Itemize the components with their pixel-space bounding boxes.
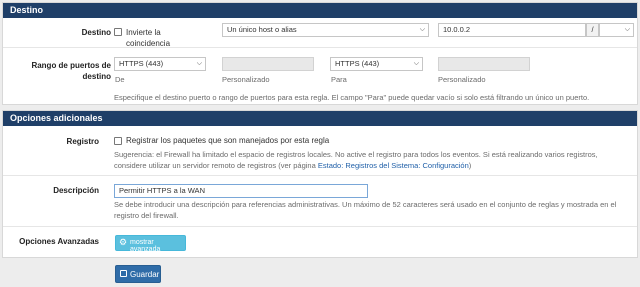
port-from-custom-input[interactable]	[222, 57, 314, 71]
log-help-line2: considere utilizar un servidor remoto de…	[114, 160, 598, 171]
save-button[interactable]: Guardar	[115, 265, 161, 283]
log-checkbox[interactable]	[114, 137, 122, 145]
show-advanced-label: mostrar avanzada	[130, 239, 161, 253]
description-help-line1: Se debe introducir una descripción para …	[114, 200, 617, 209]
destination-type-value: Un único host o alias	[227, 25, 297, 34]
destino-label: Destino	[81, 28, 111, 37]
row-divider	[3, 47, 637, 48]
invert-checkbox[interactable]	[114, 28, 122, 36]
port-to-custom-caption: Personalizado	[438, 75, 486, 84]
invert-label: Invierte la coincidencia	[126, 27, 170, 49]
port-range-label-line1: Rango de puertos de	[31, 61, 111, 70]
slash-addon: /	[586, 23, 599, 37]
log-label: Registro	[66, 137, 99, 146]
port-to-select[interactable]: HTTPS (443) ⌵	[330, 57, 423, 71]
gear-icon: ⚙	[119, 237, 128, 247]
chevron-down-icon: ⌵	[413, 60, 419, 67]
netmask-select[interactable]: ⌵	[599, 23, 634, 37]
port-from-caption: De	[115, 75, 125, 84]
chevron-down-icon: ⌵	[624, 26, 630, 33]
slash-text: /	[591, 25, 594, 34]
log-settings-link[interactable]: Estado: Registros del Sistema: Configura…	[318, 161, 469, 170]
invert-label-line1: Invierte la	[126, 28, 161, 37]
port-range-label-line2: destino	[82, 72, 111, 81]
log-help-prefix: considere utilizar un servidor remoto de…	[114, 161, 318, 170]
log-help-line1: Sugerencia: el Firewall ha limitado el e…	[114, 150, 598, 159]
save-icon	[120, 270, 127, 277]
advanced-options-label: Opciones Avanzadas	[19, 237, 99, 246]
destination-address-input[interactable]: 10.0.0.2	[438, 23, 586, 37]
log-checkbox-label: Registrar los paquetes que son manejados…	[126, 136, 330, 145]
port-to-custom-input[interactable]	[438, 57, 530, 71]
chevron-down-icon: ⌵	[419, 26, 425, 33]
row-divider	[3, 226, 637, 227]
description-help-line2: registro del firewall.	[114, 211, 179, 220]
additional-options-panel: Opciones adicionales Registro Registrar …	[2, 110, 638, 258]
description-label: Descripción	[53, 186, 99, 195]
description-value: Permitir HTTPS a la WAN	[119, 186, 205, 195]
port-to-value: HTTPS (443)	[335, 59, 380, 68]
port-range-label: Rango de puertos de destino	[13, 60, 111, 82]
port-from-value: HTTPS (443)	[119, 59, 164, 68]
destination-address-value: 10.0.0.2	[443, 25, 471, 34]
additional-options-title: Opciones adicionales	[10, 113, 103, 123]
show-advanced-button[interactable]: ⚙ mostrar avanzada	[115, 235, 186, 253]
log-help-suffix: )	[468, 161, 472, 170]
port-range-help: Especifique el destino puerto o rango de…	[114, 93, 590, 102]
save-label: Guardar	[130, 270, 160, 279]
additional-options-header: Opciones adicionales	[3, 111, 637, 126]
destino-header: Destino	[3, 3, 637, 18]
destino-panel: Destino Destino Invierte la coincidencia…	[2, 2, 638, 105]
chevron-down-icon: ⌵	[196, 60, 202, 67]
destination-type-select[interactable]: Un único host o alias ⌵	[222, 23, 429, 37]
description-input[interactable]: Permitir HTTPS a la WAN	[114, 184, 368, 198]
port-to-caption: Para	[331, 75, 347, 84]
port-from-select[interactable]: HTTPS (443) ⌵	[114, 57, 206, 71]
port-from-custom-caption: Personalizado	[222, 75, 270, 84]
destino-title: Destino	[10, 5, 44, 15]
description-help: Se debe introducir una descripción para …	[114, 199, 616, 221]
row-divider	[3, 175, 637, 176]
log-help: Sugerencia: el Firewall ha limitado el e…	[114, 149, 598, 171]
